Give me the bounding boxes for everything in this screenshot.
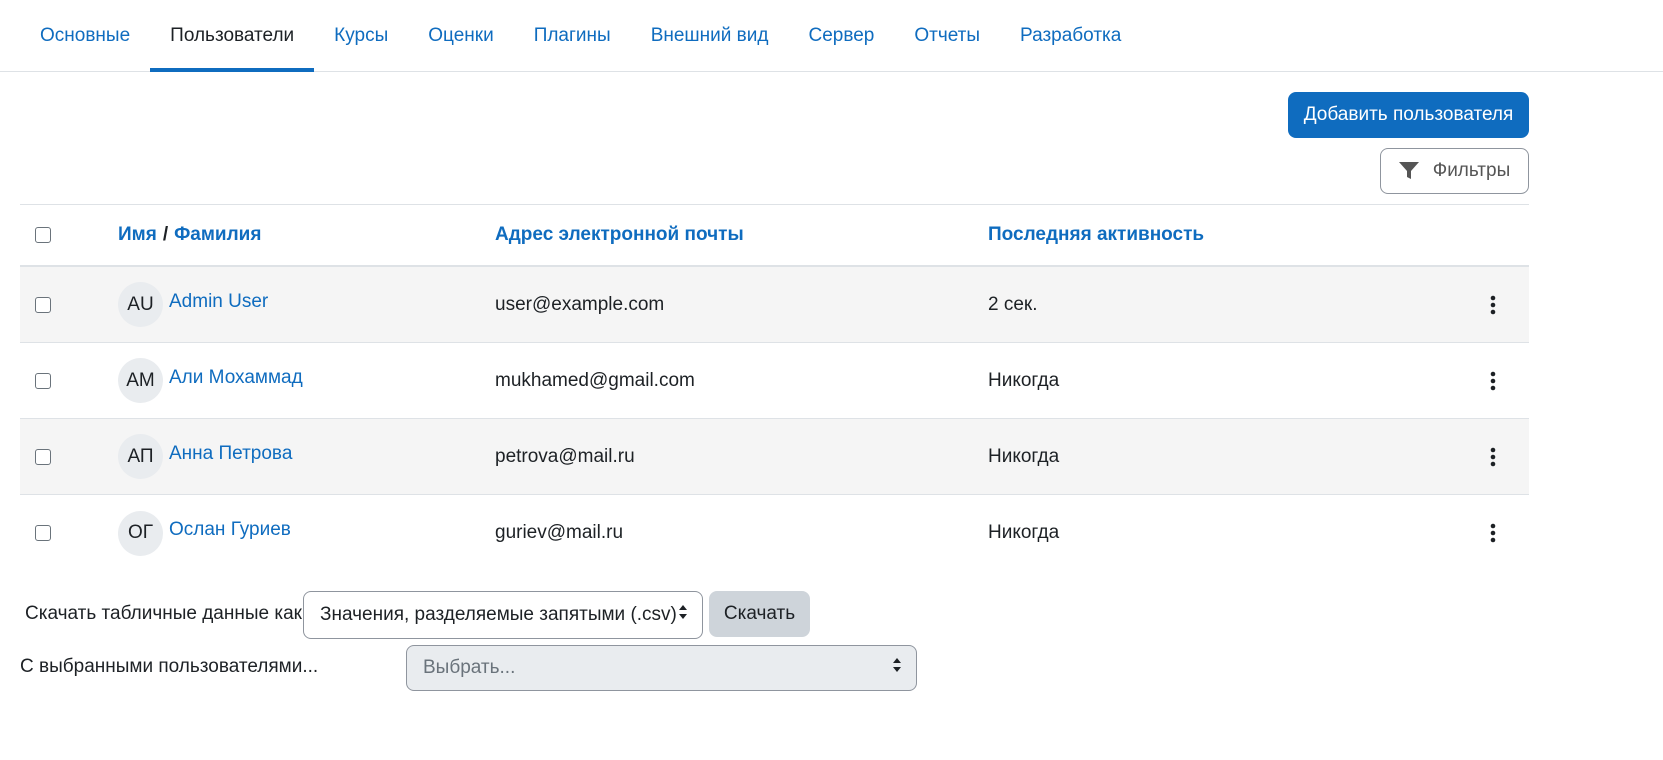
user-last-access: Никогда — [988, 522, 1060, 543]
download-format-select[interactable]: Значения, разделяемые запятыми (.csv) — [303, 591, 703, 639]
tab-general[interactable]: Основные — [20, 0, 150, 71]
tab-list: Основные Пользователи Курсы Оценки Плаги… — [0, 0, 1663, 72]
user-last-access: Никогда — [988, 369, 1060, 391]
user-last-access: 2 сек. — [988, 293, 1038, 315]
tab-reports[interactable]: Отчеты — [894, 0, 1000, 71]
admin-tabbar: Основные Пользователи Курсы Оценки Плаги… — [0, 0, 1663, 72]
tab-server[interactable]: Сервер — [788, 0, 894, 71]
tab-grades[interactable]: Оценки — [408, 0, 513, 71]
table-row: АМ Али Мохаммад mukhamed@gmail.com Никог… — [20, 343, 1529, 419]
header-separator: / — [162, 224, 169, 245]
kebab-menu-icon[interactable] — [1478, 366, 1508, 396]
row-checkbox[interactable] — [35, 372, 51, 389]
user-name-link[interactable]: Admin User — [169, 291, 268, 313]
download-label: Скачать табличные данные как — [25, 603, 302, 624]
sort-last-access-link[interactable]: Последняя активность — [988, 224, 1204, 246]
tab-plugins[interactable]: Плагины — [514, 0, 631, 71]
row-checkbox[interactable] — [35, 448, 51, 465]
avatar: ОГ — [118, 510, 163, 556]
bulk-action-label: С выбранными пользователями... — [20, 656, 319, 677]
select-caret-icon — [892, 657, 902, 679]
bulk-action-placeholder: Выбрать... — [423, 657, 516, 678]
filters-label: Фильтры — [1432, 160, 1511, 181]
sort-last-name-link[interactable]: Фамилия — [174, 224, 261, 246]
kebab-menu-icon[interactable] — [1478, 518, 1508, 548]
user-email: guriev@mail.ru — [495, 522, 624, 543]
download-format-value: Значения, разделяемые запятыми (.csv) — [320, 604, 677, 625]
avatar: АМ — [118, 358, 163, 403]
select-all-checkbox[interactable] — [35, 227, 51, 243]
row-checkbox[interactable] — [35, 525, 51, 541]
name-header: Имя / Фамилия — [118, 205, 261, 265]
download-button[interactable]: Скачать — [709, 591, 810, 637]
kebab-menu-icon[interactable] — [1478, 290, 1508, 320]
user-name-link[interactable]: Ослан Гуриев — [169, 519, 291, 541]
user-email: petrova@mail.ru — [495, 445, 635, 467]
kebab-menu-icon[interactable] — [1478, 442, 1508, 472]
table-header-row: Имя / Фамилия Адрес электронной почты По… — [20, 205, 1529, 267]
bulk-action-select[interactable]: Выбрать... — [406, 645, 917, 691]
avatar: AU — [118, 282, 163, 327]
tab-courses[interactable]: Курсы — [314, 0, 408, 71]
table-row: ОГ Ослан Гуриев guriev@mail.ru Никогда — [20, 495, 1529, 571]
sort-email-link[interactable]: Адрес электронной почты — [495, 224, 744, 246]
users-table: Имя / Фамилия Адрес электронной почты По… — [20, 204, 1529, 571]
funnel-icon — [1398, 162, 1419, 180]
user-email: mukhamed@gmail.com — [495, 369, 695, 391]
user-name-link[interactable]: Али Мохаммад — [169, 367, 303, 389]
user-last-access: Никогда — [988, 445, 1060, 467]
tab-users[interactable]: Пользователи — [150, 0, 315, 72]
row-checkbox[interactable] — [35, 296, 51, 313]
sort-first-name-link[interactable]: Имя — [118, 224, 157, 246]
user-email: user@example.com — [495, 293, 665, 315]
tab-development[interactable]: Разработка — [1000, 0, 1141, 71]
table-row: АП Анна Петрова petrova@mail.ru Никогда — [20, 419, 1529, 495]
select-caret-icon — [678, 604, 688, 626]
filters-button[interactable]: Фильтры — [1380, 148, 1529, 194]
user-name-link[interactable]: Анна Петрова — [169, 443, 292, 465]
table-row: AU Admin User user@example.com 2 сек. — [20, 267, 1529, 343]
tab-appearance[interactable]: Внешний вид — [631, 0, 789, 71]
avatar: АП — [118, 434, 163, 479]
add-user-button[interactable]: Добавить пользователя — [1288, 92, 1529, 138]
